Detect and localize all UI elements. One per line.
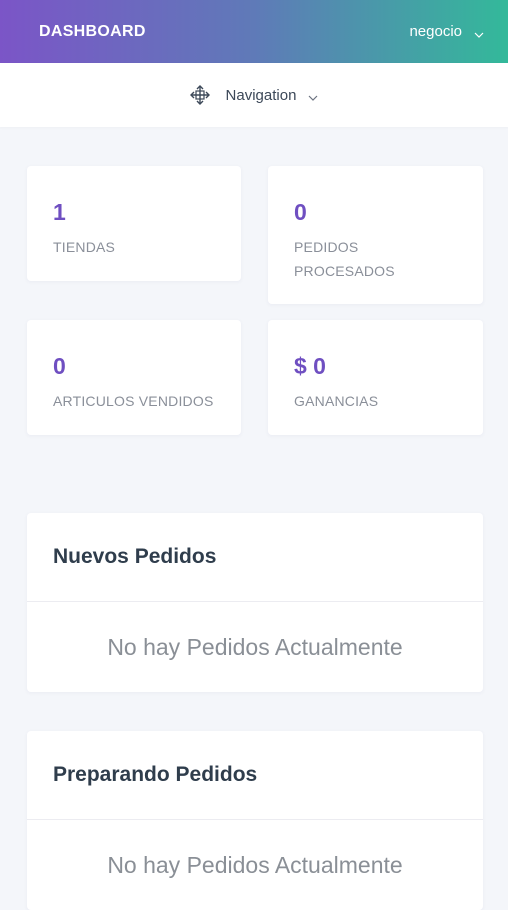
stat-card-ganancias[interactable]: $ 0 GANANCIAS xyxy=(268,320,483,435)
stat-value: 0 xyxy=(53,353,66,379)
stat-value: $ 0 xyxy=(294,353,326,379)
panel-header: Preparando Pedidos xyxy=(27,731,483,820)
panel-header: Nuevos Pedidos xyxy=(27,513,483,602)
stat-card-tiendas[interactable]: 1 TIENDAS xyxy=(27,166,241,281)
empty-state-text: No hay Pedidos Actualmente xyxy=(107,851,403,878)
user-menu-dropdown[interactable]: negocio xyxy=(409,23,484,40)
stat-label: ARTICULOS VENDIDOS xyxy=(53,393,214,409)
stat-label: PEDIDOS PROCESADOS xyxy=(294,239,395,279)
panel-title: Preparando Pedidos xyxy=(53,763,258,786)
panel-body: No hay Pedidos Actualmente xyxy=(27,602,483,692)
chevron-down-icon xyxy=(308,90,318,101)
empty-state-text: No hay Pedidos Actualmente xyxy=(107,633,403,660)
navigation-bar: Navigation xyxy=(0,63,508,127)
stat-label: GANANCIAS xyxy=(294,393,379,409)
dashboard-brand[interactable]: DASHBOARD xyxy=(39,23,146,41)
top-header: DASHBOARD negocio xyxy=(0,0,508,63)
navigation-dropdown[interactable]: Navigation xyxy=(189,85,319,105)
stat-card-articulos-vendidos[interactable]: 0 ARTICULOS VENDIDOS xyxy=(27,320,241,435)
stat-value: 0 xyxy=(294,199,307,225)
panel-title: Nuevos Pedidos xyxy=(53,545,217,568)
stat-label: TIENDAS xyxy=(53,239,116,255)
navigation-label: Navigation xyxy=(225,86,297,104)
user-menu-label: negocio xyxy=(409,23,462,40)
compass-icon xyxy=(189,85,210,105)
panel-nuevos-pedidos: Nuevos Pedidos No hay Pedidos Actualment… xyxy=(27,513,483,692)
chevron-down-icon xyxy=(474,27,484,38)
stat-value: 1 xyxy=(53,199,66,225)
stat-card-pedidos-procesados[interactable]: 0 PEDIDOS PROCESADOS xyxy=(268,166,483,304)
panel-preparando-pedidos: Preparando Pedidos No hay Pedidos Actual… xyxy=(27,731,483,910)
panel-body: No hay Pedidos Actualmente xyxy=(27,820,483,910)
